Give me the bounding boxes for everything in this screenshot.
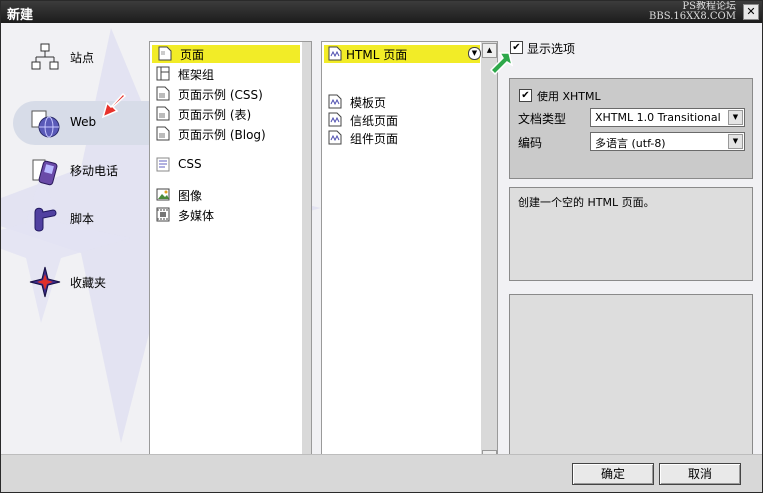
web-globe-icon	[31, 110, 60, 138]
cancel-button[interactable]: 取消	[659, 463, 741, 485]
html-page-icon	[328, 46, 342, 61]
show-options-label: 显示选项	[527, 42, 576, 56]
dialog-footer: 确定 取消	[1, 454, 762, 492]
options-panel: ✔ 使用 XHTML 文档类型 XHTML 1.0 Transitional ▼…	[509, 78, 753, 179]
type-label: 框架组	[178, 68, 215, 82]
category-site[interactable]: 站点	[1, 39, 147, 75]
template-item-html-page[interactable]: HTML 页面 ▼	[324, 45, 481, 63]
frameset-icon	[156, 66, 170, 81]
dialog-body: 站点 Web 移动电话 脚本 收藏夹 页面 框架组 页面示例 (CSS) 页面示…	[1, 23, 762, 454]
multimedia-icon	[156, 207, 170, 222]
type-label: 图像	[178, 189, 203, 203]
template-list-panel: ▲ ▼ HTML 页面 ▼ 模板页 信纸页面 组件页面	[321, 41, 498, 454]
watermark: PS教程论坛 BBS.16XX8.COM	[649, 2, 736, 22]
doctype-label: 文档类型	[518, 112, 567, 126]
category-label: Web	[70, 115, 97, 129]
encoding-select[interactable]: 多语言 (utf-8) ▼	[590, 132, 745, 151]
template-label: 组件页面	[350, 132, 399, 146]
category-label: 脚本	[70, 212, 95, 226]
watermark-line-2: BBS.16XX8.COM	[649, 11, 736, 22]
type-label: CSS	[178, 157, 202, 171]
sample-page-icon	[156, 126, 170, 141]
close-button[interactable]: ✕	[743, 4, 759, 20]
image-icon	[156, 188, 170, 201]
encoding-label: 编码	[518, 136, 543, 150]
template-label: HTML 页面	[346, 48, 408, 62]
category-favorites[interactable]: 收藏夹	[1, 264, 147, 300]
type-item-page[interactable]: 页面	[152, 45, 300, 63]
component-page-icon	[328, 130, 342, 145]
category-label: 移动电话	[70, 164, 119, 178]
category-mobile-phone[interactable]: 移动电话	[1, 152, 147, 188]
stationery-page-icon	[328, 112, 342, 127]
template-label: 信纸页面	[350, 114, 399, 128]
site-map-icon	[31, 43, 59, 70]
category-label: 收藏夹	[70, 276, 107, 290]
type-list-panel: 页面 框架组 页面示例 (CSS) 页面示例 (表) 页面示例 (Blog) C…	[149, 41, 312, 454]
description-text: 创建一个空的 HTML 页面。	[518, 196, 655, 209]
red-arrow-annotation	[101, 93, 127, 119]
css-icon	[156, 157, 170, 172]
page-icon	[158, 46, 172, 61]
use-xhtml-label: 使用 XHTML	[537, 90, 601, 103]
dropdown-circle-icon[interactable]: ▼	[468, 47, 481, 60]
type-label: 页面示例 (CSS)	[178, 88, 263, 102]
favorites-star-icon	[29, 266, 61, 298]
new-document-dialog: 新建 PS教程论坛 BBS.16XX8.COM ✕ 站点 Web 移动电话 脚本…	[0, 0, 763, 493]
template-list-scrollbar[interactable]: ▲ ▼	[481, 42, 497, 454]
chevron-down-icon: ▼	[728, 134, 743, 149]
chevron-down-icon: ▼	[728, 110, 743, 125]
doctype-value: XHTML 1.0 Transitional	[595, 111, 721, 124]
category-script[interactable]: 脚本	[1, 200, 147, 236]
description-panel: 创建一个空的 HTML 页面。	[509, 187, 753, 281]
ok-button[interactable]: 确定	[572, 463, 654, 485]
encoding-value: 多语言 (utf-8)	[595, 137, 666, 150]
dialog-title: 新建	[7, 8, 34, 23]
preview-panel	[509, 294, 753, 454]
category-label: 站点	[70, 51, 95, 65]
sample-page-icon	[156, 106, 170, 121]
sample-page-icon	[156, 86, 170, 101]
doctype-select[interactable]: XHTML 1.0 Transitional ▼	[590, 108, 745, 127]
type-list-scrollbar[interactable]	[302, 42, 311, 454]
green-arrow-annotation	[489, 52, 513, 76]
type-label: 页面示例 (表)	[178, 108, 252, 122]
template-label: 模板页	[350, 96, 387, 110]
script-scroll-icon	[34, 207, 57, 232]
type-label: 页面	[180, 48, 205, 62]
use-xhtml-checkbox[interactable]: ✔	[519, 89, 532, 102]
type-label: 多媒体	[178, 209, 215, 223]
template-page-icon	[328, 94, 342, 109]
mobile-phone-icon	[32, 159, 58, 186]
category-web[interactable]: Web	[1, 93, 147, 141]
title-bar[interactable]: 新建 PS教程论坛 BBS.16XX8.COM ✕	[1, 1, 762, 23]
type-label: 页面示例 (Blog)	[178, 128, 266, 142]
